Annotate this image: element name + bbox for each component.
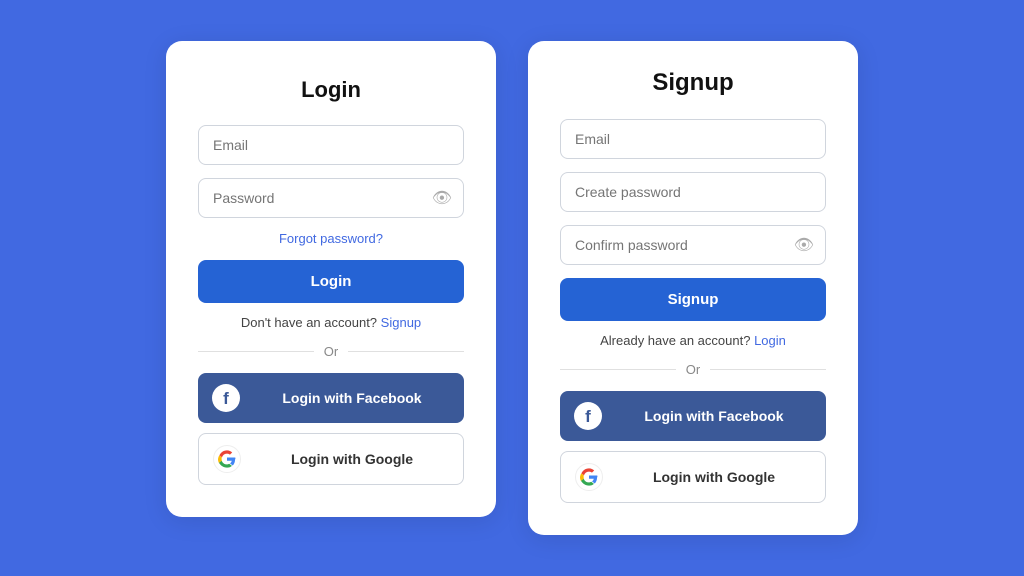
password-eye-icon[interactable]: 👁︎ [432, 188, 452, 208]
signup-facebook-icon: f [574, 402, 602, 430]
login-link[interactable]: Login [754, 333, 786, 348]
signup-card: Signup 👁︎ Signup Already have an account… [528, 41, 858, 535]
login-google-button[interactable]: Login with Google [198, 433, 464, 485]
cards-container: Login 👁︎ Forgot password? Login Don't ha… [166, 41, 858, 535]
signup-facebook-label: Login with Facebook [616, 408, 812, 424]
confirm-password-eye-icon[interactable]: 👁︎ [794, 235, 814, 255]
signup-google-button[interactable]: Login with Google [560, 451, 826, 503]
forgot-password-link[interactable]: Forgot password? [198, 231, 464, 246]
login-title: Login [198, 77, 464, 103]
login-divider: Or [198, 344, 464, 359]
signup-divider: Or [560, 362, 826, 377]
divider-line-right [348, 351, 464, 352]
no-account-text: Don't have an account? Signup [198, 315, 464, 330]
have-account-text: Already have an account? Login [560, 333, 826, 348]
facebook-icon: f [212, 384, 240, 412]
signup-confirm-password-wrapper: 👁︎ [560, 225, 826, 265]
signup-divider-line-left [560, 369, 676, 370]
signup-link[interactable]: Signup [381, 315, 421, 330]
or-text: Or [324, 344, 338, 359]
login-card: Login 👁︎ Forgot password? Login Don't ha… [166, 41, 496, 517]
signup-create-password-input[interactable] [560, 172, 826, 212]
login-facebook-label: Login with Facebook [254, 390, 450, 406]
signup-facebook-button[interactable]: f Login with Facebook [560, 391, 826, 441]
login-facebook-button[interactable]: f Login with Facebook [198, 373, 464, 423]
signup-or-text: Or [686, 362, 700, 377]
signup-divider-line-right [710, 369, 826, 370]
signup-google-icon [575, 463, 603, 491]
signup-email-input[interactable] [560, 119, 826, 159]
signup-button[interactable]: Signup [560, 278, 826, 321]
google-icon [213, 445, 241, 473]
login-password-wrapper: 👁︎ [198, 178, 464, 218]
login-email-input[interactable] [198, 125, 464, 165]
login-google-label: Login with Google [255, 451, 449, 467]
divider-line-left [198, 351, 314, 352]
login-password-input[interactable] [198, 178, 464, 218]
signup-confirm-password-input[interactable] [560, 225, 826, 265]
login-button[interactable]: Login [198, 260, 464, 303]
signup-title: Signup [560, 69, 826, 97]
signup-google-label: Login with Google [617, 469, 811, 485]
